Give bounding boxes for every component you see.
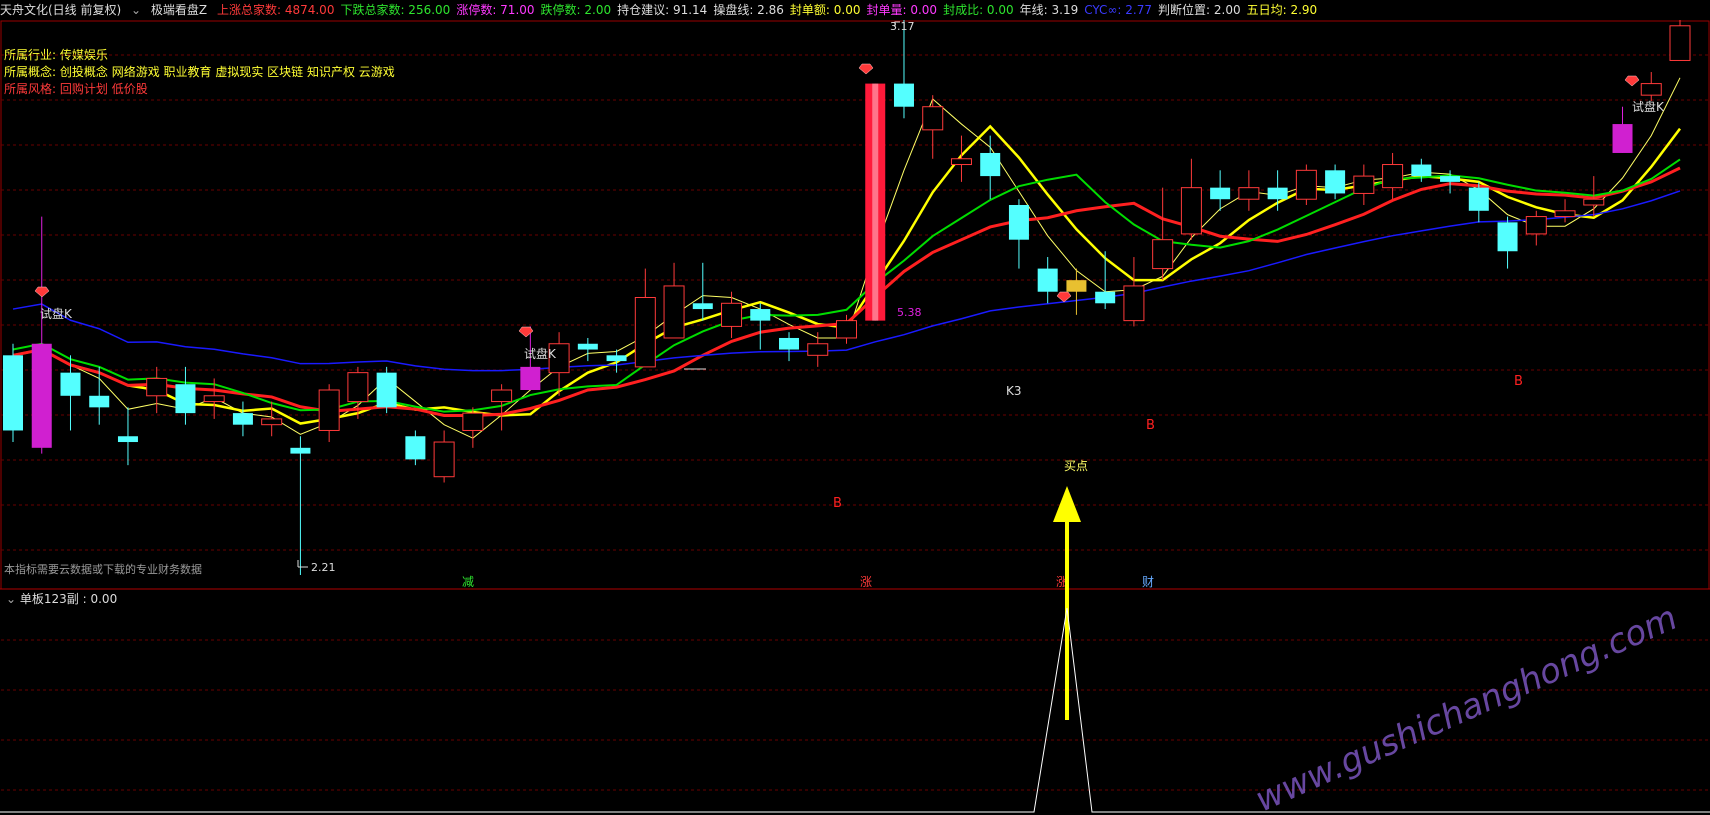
diamond-icon xyxy=(1624,75,1640,87)
candle-body xyxy=(491,389,513,403)
candle-body xyxy=(347,372,369,403)
candle-body xyxy=(1554,210,1576,218)
data-note: 本指标需要云数据或下载的专业财务数据 xyxy=(4,563,202,576)
candle-body xyxy=(1640,83,1662,96)
diamond-icon xyxy=(1056,291,1072,303)
candle-body xyxy=(1669,25,1691,61)
value-label: 5.38 xyxy=(897,306,922,319)
candle-body xyxy=(1238,187,1260,200)
b-marker: B xyxy=(833,496,842,511)
candle-body xyxy=(146,377,168,397)
candle-body xyxy=(89,395,110,408)
candle-body xyxy=(1583,198,1605,206)
candle-body xyxy=(1353,175,1375,194)
kline-chart[interactable]: 试盘K试盘K试盘KK3买点BBB5.383.172.21减涨涨财 www.gus… xyxy=(0,0,1710,815)
candle-body xyxy=(1066,280,1087,292)
candle-body xyxy=(203,395,225,403)
candle-body xyxy=(1008,205,1029,240)
candle-body xyxy=(117,436,138,443)
candle-body xyxy=(1497,222,1518,252)
buy-point-label: 买点 xyxy=(1064,459,1088,473)
candle-body xyxy=(1295,169,1317,200)
candle-body xyxy=(577,343,598,350)
candle-body xyxy=(3,355,23,431)
candle-body xyxy=(807,343,829,356)
candle-body xyxy=(232,413,253,425)
candle-body xyxy=(836,320,857,339)
b-marker: B xyxy=(1146,418,1155,433)
ma10-line xyxy=(12,166,1681,417)
diamond-icon xyxy=(34,286,50,298)
candle-body xyxy=(950,158,972,166)
grid-lines xyxy=(1,54,1709,791)
diamond-icon xyxy=(518,326,534,338)
candle-body xyxy=(1382,164,1404,189)
candle-highlight xyxy=(872,83,879,321)
test-k-label: 试盘K xyxy=(1632,99,1665,114)
candle-body xyxy=(1411,164,1432,177)
candle-body xyxy=(433,441,455,478)
candle-body xyxy=(980,152,1001,177)
candle-body xyxy=(893,83,914,107)
candle-body xyxy=(31,343,52,448)
candle-body xyxy=(721,302,743,327)
candle-body xyxy=(290,447,311,454)
candle-body xyxy=(779,337,800,350)
candle-body xyxy=(1152,239,1174,270)
min-price-label: 2.21 xyxy=(311,561,336,574)
buy-arrow-head xyxy=(1053,486,1081,522)
bottom-mark: 减 xyxy=(462,575,474,589)
candle-body xyxy=(1037,268,1058,292)
candle-body xyxy=(1267,187,1288,200)
candle-body xyxy=(1210,187,1231,200)
main-panel-border xyxy=(0,20,1710,590)
candle-body xyxy=(606,355,627,362)
candle-body xyxy=(1525,216,1547,235)
candle-body xyxy=(922,106,944,131)
sub-indicator-menu-icon[interactable]: ⌄ xyxy=(6,592,16,606)
candle-body xyxy=(692,303,713,310)
test-k-label: 试盘K xyxy=(40,306,73,321)
candle-body xyxy=(1468,187,1489,211)
sub-indicator-name: 单板123副 xyxy=(19,592,79,606)
candle-body xyxy=(261,418,283,426)
candle-body xyxy=(1612,124,1633,153)
sub-indicator-value: : 0.00 xyxy=(82,592,118,606)
candle-body xyxy=(1095,291,1116,304)
bottom-mark: 涨 xyxy=(860,574,872,589)
candle-body xyxy=(462,412,484,431)
candle-body xyxy=(60,372,81,396)
candles xyxy=(3,20,1691,575)
candle-body xyxy=(750,309,771,321)
bottom-mark: 财 xyxy=(1142,575,1154,589)
candle-body xyxy=(376,372,397,408)
candle-body xyxy=(663,285,685,339)
max-price-label: 3.17 xyxy=(890,20,915,33)
candle-body xyxy=(634,297,656,368)
ma-short-line xyxy=(12,77,1681,439)
candle-body xyxy=(318,389,340,431)
candle-body xyxy=(1440,176,1461,182)
watermark: www.gushichanghong.com xyxy=(1249,598,1683,815)
k3-label: K3 xyxy=(1006,384,1022,398)
candle-body xyxy=(1123,285,1145,322)
candle-body xyxy=(1325,170,1346,194)
b-marker: B xyxy=(1514,374,1523,389)
ma-green-line xyxy=(12,158,1681,413)
candle-body xyxy=(175,384,196,414)
candle-body xyxy=(520,366,541,390)
sub-indicator-title: ⌄ 单板123副 : 0.00 xyxy=(6,590,117,607)
moving-average-lines xyxy=(12,77,1681,439)
candle-body xyxy=(405,436,426,460)
diamond-icon xyxy=(858,63,874,75)
test-k-label: 试盘K xyxy=(524,346,557,361)
candle-body xyxy=(1180,187,1202,235)
min-price-pointer xyxy=(297,560,308,568)
